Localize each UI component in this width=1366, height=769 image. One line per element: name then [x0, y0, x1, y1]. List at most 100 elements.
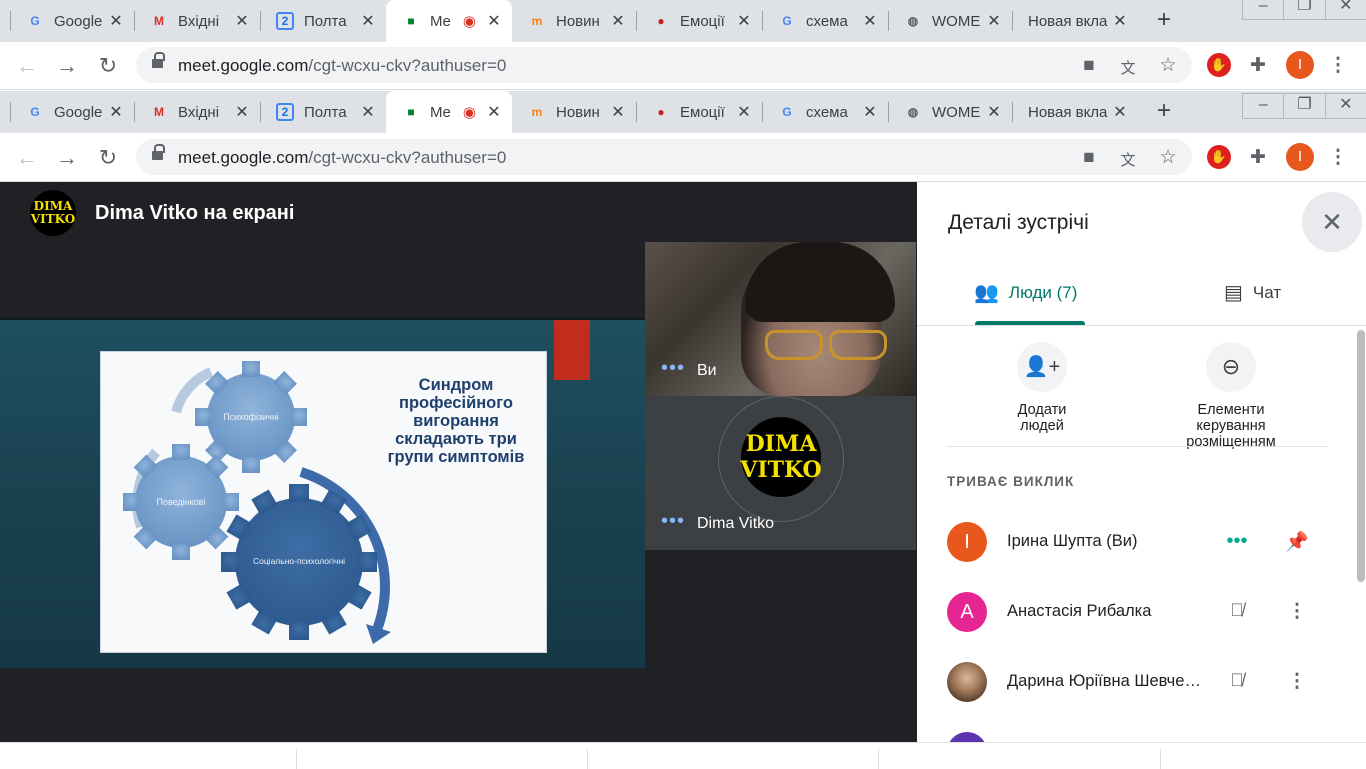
- extensions-icon[interactable]: ✚: [1246, 54, 1270, 77]
- close-icon[interactable]: ✕: [736, 102, 752, 122]
- extensions-icon[interactable]: ✚: [1246, 146, 1270, 169]
- tab-moodle[interactable]: m Новин ✕: [512, 0, 636, 42]
- tab-gmail[interactable]: M Вхідні ✕: [134, 91, 260, 133]
- tab-calendar[interactable]: 2 Полта ✕: [260, 0, 386, 42]
- close-icon[interactable]: ✕: [862, 11, 878, 31]
- tab-divider: [917, 325, 1366, 326]
- close-icon[interactable]: ✕: [360, 102, 376, 122]
- tab-emotions[interactable]: ● Емоції ✕: [636, 91, 762, 133]
- address-bar[interactable]: meet.google.com/cgt-wcxu-ckv?authuser=0: [136, 139, 1192, 175]
- tab-women[interactable]: ◍ WOME ✕: [888, 0, 1012, 42]
- section-heading: ТРИВАЄ ВИКЛИК: [947, 474, 1075, 489]
- close-icon[interactable]: ✕: [108, 11, 124, 31]
- tab-people[interactable]: 👥 Люди (7): [974, 280, 1077, 305]
- tab-meet[interactable]: ■ Me ◉ ✕: [386, 91, 512, 133]
- tab-google[interactable]: G Google ✕: [10, 0, 134, 42]
- reload-icon[interactable]: ↻: [95, 145, 121, 171]
- more-options-icon[interactable]: ⋮: [1282, 670, 1312, 693]
- reload-icon[interactable]: ↻: [95, 53, 121, 79]
- menu-icon[interactable]: ⋮: [1326, 54, 1350, 77]
- meet-stage: DIMA VITKO Dima Vitko на екрані Психофіз…: [0, 182, 917, 742]
- meet-icon: ■: [407, 14, 415, 28]
- forward-icon[interactable]: →: [54, 145, 80, 171]
- participant-row[interactable]: I Ірина Шупта (Ви) ••• 📌: [947, 522, 1327, 562]
- gear-label-psychophysical: Психофізичні: [223, 412, 279, 422]
- meet-icon: ■: [407, 105, 415, 119]
- close-icon[interactable]: ✕: [610, 11, 626, 31]
- tab-women[interactable]: ◍ WOME ✕: [888, 91, 1012, 133]
- restore-icon[interactable]: ❐: [1283, 0, 1326, 20]
- tile-logo-line-2: VITKO: [740, 457, 822, 483]
- tab-emotions[interactable]: ● Емоції ✕: [636, 0, 762, 42]
- menu-icon[interactable]: ⋮: [1326, 146, 1350, 169]
- close-icon[interactable]: ✕: [486, 102, 502, 122]
- tab-schema[interactable]: G схема ✕: [762, 0, 888, 42]
- tab-people-label: Люди (7): [1008, 282, 1078, 302]
- close-icon[interactable]: ✕: [610, 102, 626, 122]
- pin-icon[interactable]: 📌: [1282, 530, 1312, 554]
- close-icon[interactable]: ✕: [862, 102, 878, 122]
- participant-row[interactable]: Дарина Юріївна Шевченко 🎙̸ ⋮: [947, 662, 1327, 702]
- profile-avatar[interactable]: I: [1286, 143, 1314, 171]
- tab-calendar[interactable]: 2 Полта ✕: [260, 91, 386, 133]
- star-icon[interactable]: ☆: [1156, 54, 1180, 77]
- participant-row[interactable]: A Анастасія Рибалка 🎙̸ ⋮: [947, 592, 1327, 632]
- minimize-icon[interactable]: –: [1242, 0, 1285, 20]
- star-icon[interactable]: ☆: [1156, 146, 1180, 169]
- translate-icon[interactable]: 文: [1116, 149, 1140, 170]
- adblock-icon[interactable]: ✋: [1207, 53, 1231, 77]
- tab-gmail[interactable]: M Вхідні ✕: [134, 0, 260, 42]
- close-icon[interactable]: ✕: [986, 102, 1002, 122]
- google-icon: G: [30, 14, 40, 28]
- close-panel-button[interactable]: ✕: [1302, 192, 1362, 252]
- more-options-icon[interactable]: ⋮: [1282, 600, 1312, 623]
- tab-new[interactable]: Новая вкла ✕: [1012, 91, 1138, 133]
- new-tab-button[interactable]: +: [1151, 99, 1177, 125]
- address-bar[interactable]: meet.google.com/cgt-wcxu-ckv?authuser=0: [136, 47, 1192, 83]
- close-icon[interactable]: ✕: [234, 11, 250, 31]
- people-icon: 👥: [974, 282, 999, 304]
- profile-avatar[interactable]: I: [1286, 51, 1314, 79]
- back-icon[interactable]: ←: [14, 145, 40, 171]
- tab-meet[interactable]: ■ Me ◉ ✕: [386, 0, 512, 42]
- close-icon[interactable]: ✕: [1112, 11, 1128, 31]
- shared-screen[interactable]: Психофізичні Поведінкові Соціально-психо…: [0, 318, 645, 668]
- panel-scrollbar[interactable]: [1357, 330, 1365, 582]
- close-icon[interactable]: ✕: [486, 11, 502, 31]
- arrow-top: [171, 367, 214, 414]
- tab-google[interactable]: G Google ✕: [10, 91, 134, 133]
- close-window-icon[interactable]: ✕: [1324, 93, 1366, 119]
- new-tab-button[interactable]: +: [1151, 8, 1177, 34]
- back-icon[interactable]: ←: [14, 53, 40, 79]
- restore-icon[interactable]: ❐: [1283, 93, 1326, 119]
- moodle-icon: m: [531, 105, 543, 119]
- close-icon[interactable]: ✕: [234, 102, 250, 122]
- tab-chat[interactable]: ▤ Чат: [1224, 280, 1281, 305]
- audio-indicator-icon: •••: [661, 357, 686, 379]
- window-controls: – ❐ ✕: [1242, 93, 1366, 119]
- close-icon[interactable]: ✕: [986, 11, 1002, 31]
- forward-icon[interactable]: →: [54, 53, 80, 79]
- camera-icon[interactable]: ■: [1077, 147, 1101, 169]
- minimize-icon[interactable]: –: [1242, 93, 1285, 119]
- close-window-icon[interactable]: ✕: [1324, 0, 1366, 20]
- gear-label-social: Соціально-психологічні: [253, 556, 345, 566]
- participant-tile-presenter[interactable]: DIMA VITKO ••• Dima Vitko: [645, 396, 916, 550]
- tile-logo-line-1: DIMA: [745, 431, 817, 457]
- adblock-icon[interactable]: ✋: [1207, 145, 1231, 169]
- tab-moodle[interactable]: m Новин ✕: [512, 91, 636, 133]
- participant-row[interactable]: [947, 732, 1327, 742]
- presentation-slide: Психофізичні Поведінкові Соціально-психо…: [100, 351, 547, 653]
- participant-tile-self[interactable]: ••• Ви: [645, 242, 916, 396]
- close-icon[interactable]: ✕: [108, 102, 124, 122]
- camera-icon[interactable]: ■: [1077, 55, 1101, 77]
- tab-new[interactable]: Новая вкла ✕: [1012, 0, 1138, 42]
- tab-schema[interactable]: G схема ✕: [762, 91, 888, 133]
- layout-controls-button[interactable]: ⊖ Елементи керування розміщенням: [1169, 342, 1293, 450]
- close-icon[interactable]: ✕: [360, 11, 376, 31]
- add-people-button[interactable]: 👤+ Додати людей: [997, 342, 1087, 434]
- close-icon[interactable]: ✕: [736, 11, 752, 31]
- translate-icon[interactable]: 文: [1116, 57, 1140, 78]
- record-icon: ●: [657, 14, 665, 28]
- close-icon[interactable]: ✕: [1112, 102, 1128, 122]
